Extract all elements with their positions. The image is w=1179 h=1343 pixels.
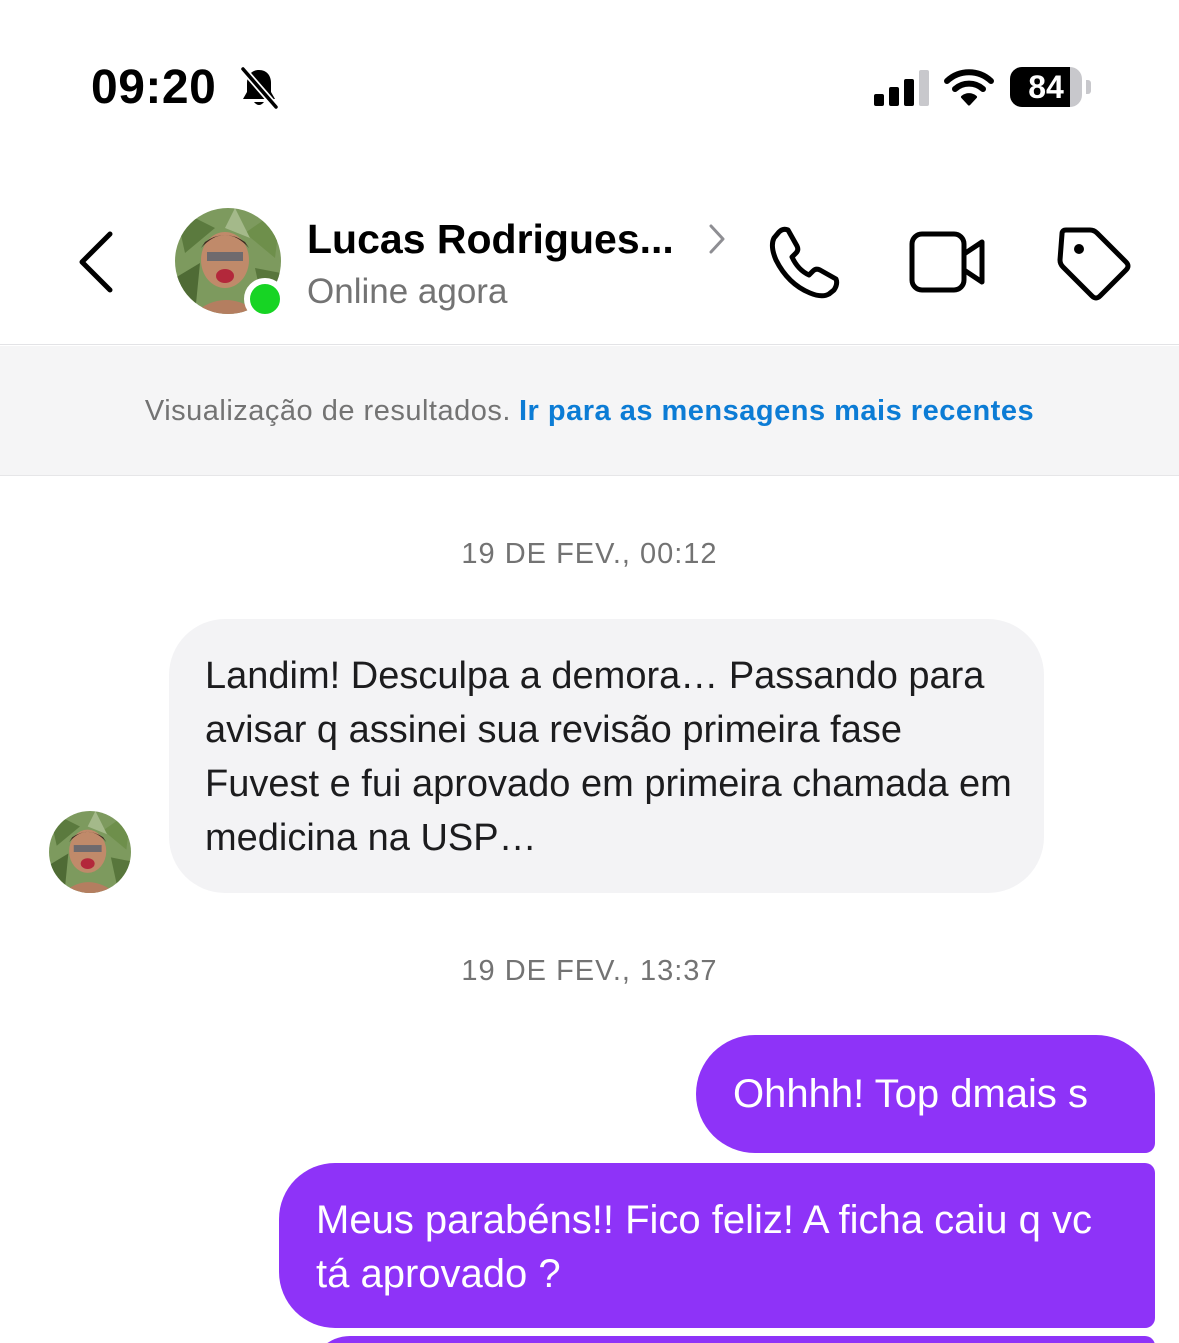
message-timestamp: 19 DE FEV., 13:37	[461, 955, 718, 987]
message-timestamp: 19 DE FEV., 00:12	[461, 538, 718, 570]
contact-status: Online agora	[307, 272, 508, 311]
search-results-banner: Visualização de resultados. Ir para as m…	[0, 346, 1179, 476]
wifi-icon	[944, 69, 994, 106]
outgoing-message-bubble-partial[interactable]	[310, 1336, 1155, 1343]
incoming-message-bubble[interactable]: Landim! Desculpa a demora… Passando para…	[169, 619, 1044, 893]
battery-body: 84	[1010, 67, 1082, 107]
status-bar: 09:20 84	[0, 0, 1179, 150]
video-camera-icon[interactable]	[908, 228, 988, 296]
phone-icon[interactable]	[766, 224, 842, 300]
chevron-right-icon[interactable]	[706, 222, 728, 256]
avatar-image	[49, 811, 131, 893]
results-label: Visualização de resultados.	[144, 395, 511, 427]
outgoing-message-bubble[interactable]: Ohhhh! Top dmais s	[696, 1035, 1155, 1153]
battery-icon: 84	[1010, 67, 1091, 107]
bell-slash-icon	[239, 66, 280, 110]
status-time: 09:20	[91, 61, 217, 114]
chat-header: Lucas Rodrigues... Online agora	[0, 180, 1179, 345]
battery-cap	[1086, 80, 1091, 94]
cellular-signal-icon	[874, 70, 929, 106]
chevron-left-icon[interactable]	[76, 230, 116, 294]
sender-avatar[interactable]	[49, 811, 131, 893]
tag-icon[interactable]	[1054, 224, 1132, 302]
outgoing-message-bubble[interactable]: Meus parabéns!! Fico feliz! A ficha caiu…	[279, 1163, 1155, 1328]
online-indicator	[244, 278, 286, 320]
contact-name[interactable]: Lucas Rodrigues...	[307, 216, 674, 263]
jump-to-recent-link[interactable]: Ir para as mensagens mais recentes	[519, 395, 1034, 427]
battery-percent: 84	[1028, 69, 1064, 105]
